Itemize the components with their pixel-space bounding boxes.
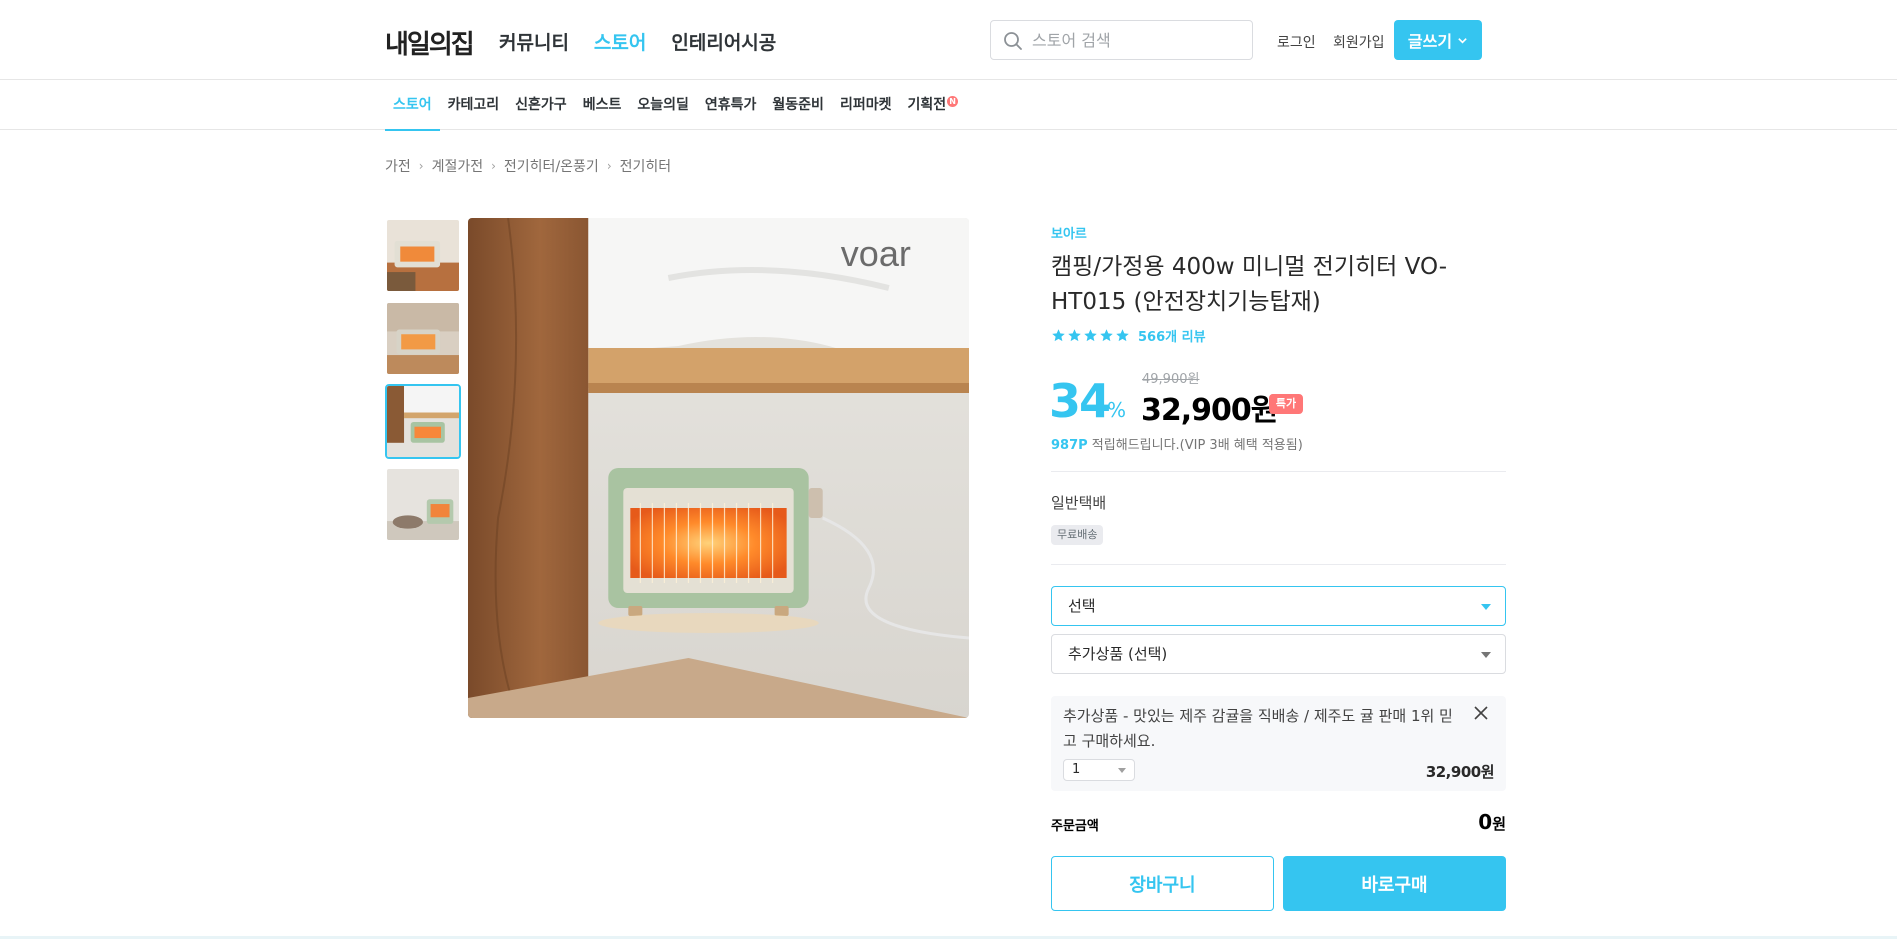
chevron-right-icon: › — [418, 159, 424, 173]
star-icon — [1084, 329, 1097, 342]
product-thumbnail[interactable] — [385, 218, 461, 293]
selected-item-name: 추가상품 - 맛있는 제주 감귤을 직배송 / 제주도 귤 판매 1위 믿고 구… — [1063, 707, 1453, 750]
additional-product-select[interactable]: 추가상품 (선택) — [1051, 634, 1506, 674]
caret-down-icon — [1481, 604, 1491, 610]
write-button-label: 글쓰기 — [1407, 32, 1453, 51]
subnav-best[interactable]: 베스트 — [575, 80, 630, 130]
star-icon — [1068, 329, 1081, 342]
buy-now-button[interactable]: 바로구매 — [1283, 856, 1506, 911]
order-amount: 0원 — [1478, 810, 1506, 834]
star-icon — [1116, 329, 1129, 342]
special-deal-badge: 특가 — [1269, 394, 1303, 414]
chevron-right-icon: › — [491, 159, 496, 173]
product-main-image[interactable]: voar — [468, 218, 969, 718]
shipping-title: 일반택배 — [1051, 494, 1107, 512]
subnav-refurb-market[interactable]: 리퍼마켓 — [832, 80, 900, 130]
nav-interior[interactable]: 인테리어시공 — [671, 28, 776, 55]
point-amount: 987P — [1051, 438, 1088, 453]
breadcrumb: 가전 › 계절가전 › 전기히터/온풍기 › 전기히터 — [385, 156, 671, 176]
search-input[interactable] — [1032, 29, 1242, 51]
discount-percent-sign: % — [1107, 398, 1127, 422]
subnav-category[interactable]: 카테고리 — [440, 80, 508, 130]
subnav-wedding[interactable]: 신혼가구 — [507, 80, 575, 130]
chevron-right-icon: › — [606, 159, 612, 173]
thumbnail-list — [385, 218, 461, 542]
breadcrumb-item[interactable]: 전기히터/온풍기 — [504, 156, 599, 176]
subnav-todays-deal[interactable]: 오늘의딜 — [629, 80, 697, 130]
close-icon[interactable] — [1474, 706, 1488, 720]
subnav-holiday-sale[interactable]: 연휴특가 — [697, 80, 765, 130]
top-header: 내일의집 커뮤니티 스토어 인테리어시공 로그인 회원가입 글쓰기 — [0, 0, 1897, 80]
subnav-store[interactable]: 스토어 — [385, 80, 440, 131]
search-icon — [1004, 32, 1022, 50]
brand-link[interactable]: 보아르 — [1051, 223, 1087, 242]
additional-product-select-value: 추가상품 (선택) — [1068, 645, 1168, 663]
point-text: 적립해드립니다.(VIP 3배 혜택 적용됨) — [1087, 438, 1303, 453]
chevron-down-icon — [1458, 37, 1467, 44]
site-logo[interactable]: 내일의집 — [385, 24, 475, 61]
review-count-link[interactable]: 566개 리뷰 — [1138, 326, 1206, 345]
star-icon — [1100, 329, 1113, 342]
product-thumbnail-selected[interactable] — [385, 384, 461, 459]
discount-rate: 34 — [1049, 374, 1111, 428]
free-shipping-tag: 무료배송 — [1051, 525, 1104, 545]
selected-item-price: 32,900원 — [1425, 763, 1495, 781]
store-subnav: 스토어 카테고리 신혼가구 베스트 오늘의딜 연휴특가 월동준비 리퍼마켓 기획… — [0, 80, 1897, 131]
product-thumbnail[interactable] — [385, 467, 461, 542]
divider — [1051, 471, 1506, 472]
sale-price: 32,900원 — [1141, 393, 1278, 428]
breadcrumb-item[interactable]: 가전 — [385, 156, 411, 176]
star-icon — [1052, 329, 1065, 342]
product-thumbnail[interactable] — [385, 301, 461, 376]
search-box — [990, 20, 1253, 60]
star-rating — [1051, 328, 1130, 343]
nav-community[interactable]: 커뮤니티 — [499, 28, 569, 55]
order-amount-unit: 원 — [1492, 815, 1506, 833]
product-title: 캠핑/가정용 400w 미니멀 전기히터 VO-HT015 (안전장치기능탑재) — [1051, 254, 1447, 315]
quantity-select[interactable]: 1 — [1063, 759, 1135, 781]
point-info: 987P 적립해드립니다.(VIP 3배 혜택 적용됨) — [1051, 434, 1303, 453]
new-badge: N — [947, 96, 959, 107]
voar-watermark: voar — [841, 233, 911, 274]
option-select-value: 선택 — [1068, 597, 1096, 615]
nav-store[interactable]: 스토어 — [594, 28, 646, 55]
main-nav: 커뮤니티 스토어 인테리어시공 — [499, 28, 776, 55]
option-select[interactable]: 선택 — [1051, 586, 1506, 626]
order-amount-value: 0 — [1478, 810, 1493, 834]
divider — [1051, 564, 1506, 565]
breadcrumb-item[interactable]: 계절가전 — [432, 156, 484, 176]
order-amount-label: 주문금액 — [1051, 819, 1099, 834]
subnav-winter-prep[interactable]: 월동준비 — [764, 80, 832, 130]
breadcrumb-item[interactable]: 전기히터 — [620, 156, 672, 176]
signup-link[interactable]: 회원가입 — [1333, 32, 1385, 52]
caret-down-icon — [1481, 652, 1491, 658]
write-button[interactable]: 글쓰기 — [1394, 20, 1482, 60]
subnav-exhibition-label: 기획전 — [907, 97, 947, 113]
selected-item-box: 추가상품 - 맛있는 제주 감귤을 직배송 / 제주도 귤 판매 1위 믿고 구… — [1051, 696, 1506, 791]
quantity-value: 1 — [1072, 762, 1081, 777]
rating-summary: 566개 리뷰 — [1051, 326, 1206, 345]
subnav-exhibition[interactable]: 기획전 N — [899, 80, 966, 130]
login-link[interactable]: 로그인 — [1277, 32, 1316, 52]
caret-down-icon — [1118, 768, 1126, 773]
add-to-cart-button[interactable]: 장바구니 — [1051, 856, 1274, 911]
